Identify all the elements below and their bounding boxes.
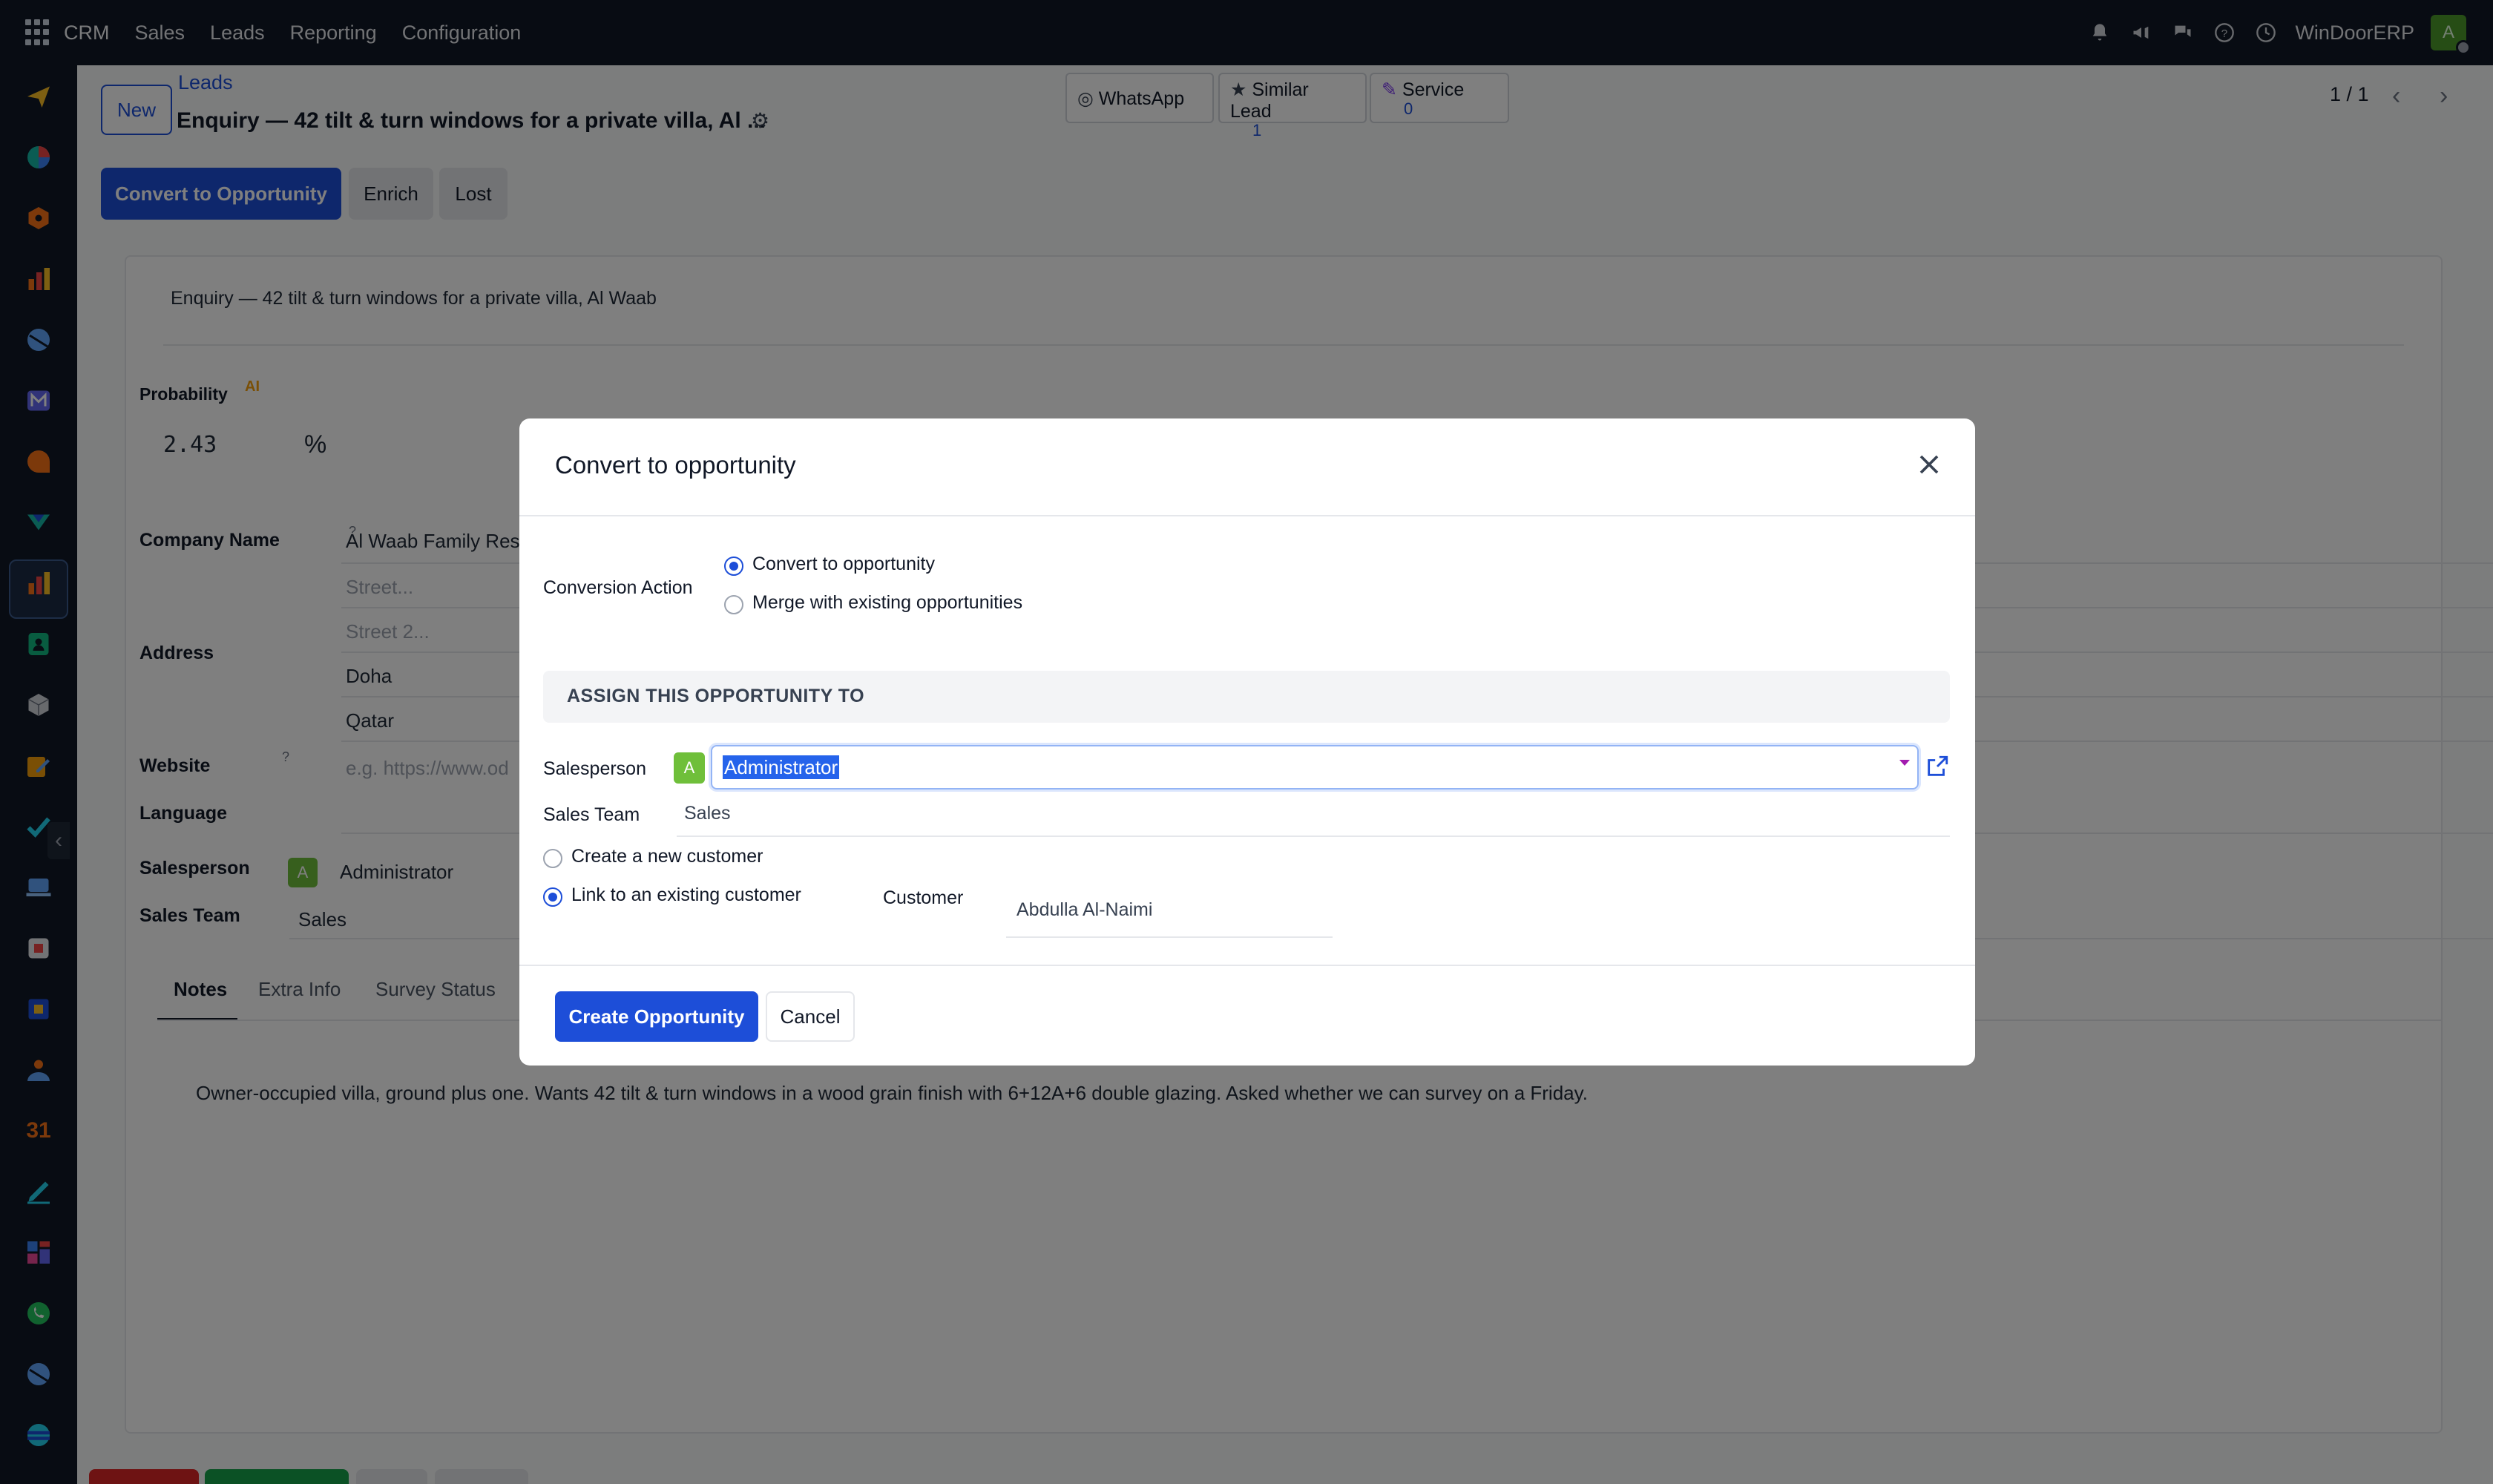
divider	[677, 835, 1950, 837]
close-icon[interactable]	[1913, 448, 1945, 481]
radio-merge[interactable]	[724, 595, 743, 614]
salesperson-avatar: A	[674, 752, 705, 784]
section-header: ASSIGN THIS OPPORTUNITY TO	[543, 671, 1950, 723]
chevron-down-icon[interactable]	[1899, 760, 1910, 766]
sales-team-label: Sales Team	[543, 804, 640, 825]
radio-convert[interactable]	[724, 556, 743, 576]
dialog-title: Convert to opportunity	[555, 451, 796, 479]
external-link-icon[interactable]	[1925, 754, 1950, 779]
convert-dialog: Convert to opportunity Conversion Action…	[519, 418, 1975, 1066]
radio-create-customer[interactable]	[543, 849, 562, 868]
customer-field-label: Customer	[883, 887, 964, 908]
divider	[1006, 936, 1333, 938]
salesperson-selected-text[interactable]: Administrator	[723, 755, 840, 779]
salesperson-input[interactable]: Administrator	[711, 745, 1919, 789]
salesperson-label: Salesperson	[543, 758, 646, 779]
radio-link-customer-label[interactable]: Link to an existing customer	[571, 884, 801, 906]
sales-team-value[interactable]: Sales	[684, 803, 731, 824]
create-opportunity-button[interactable]: Create Opportunity	[555, 991, 758, 1042]
radio-create-customer-label[interactable]: Create a new customer	[571, 846, 763, 867]
customer-value[interactable]: Abdulla Al-Naimi	[1016, 899, 1152, 921]
divider	[519, 965, 1975, 966]
cancel-button[interactable]: Cancel	[766, 991, 855, 1042]
radio-link-customer[interactable]	[543, 887, 562, 907]
conversion-action-label: Conversion Action	[543, 577, 693, 598]
radio-convert-label[interactable]: Convert to opportunity	[752, 554, 935, 575]
radio-merge-label[interactable]: Merge with existing opportunities	[752, 592, 1022, 614]
section-title: ASSIGN THIS OPPORTUNITY TO	[567, 686, 865, 706]
divider	[519, 515, 1975, 516]
